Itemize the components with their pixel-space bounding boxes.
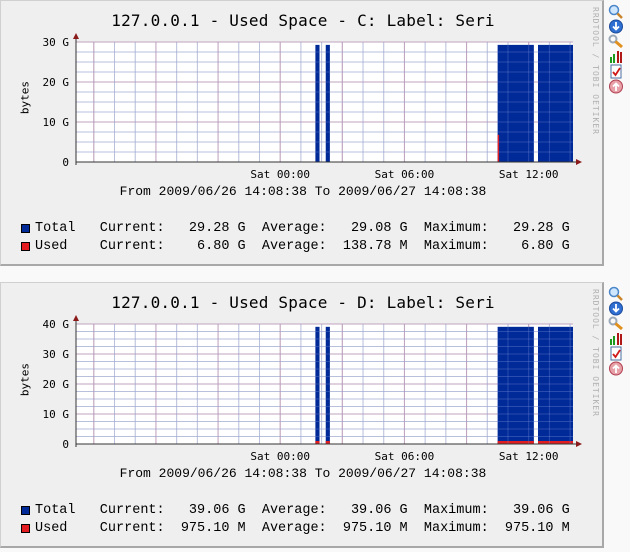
zoom-icon[interactable] (608, 286, 624, 301)
y-tick-label: 20 G (43, 76, 70, 89)
x-tick-label: Sat 06:00 (375, 168, 435, 181)
y-tick-label: 10 G (43, 116, 70, 129)
x-tick-label: Sat 00:00 (250, 168, 310, 181)
y-axis-arrow (73, 33, 79, 39)
report-icon[interactable] (608, 346, 624, 361)
y-tick-label: 40 G (43, 318, 70, 331)
y-tick-label: 10 G (43, 408, 70, 421)
total-area (538, 326, 573, 444)
total-swatch (21, 505, 30, 515)
time-range: From 2009/06/26 14:08:38 To 2009/06/27 1… (119, 466, 487, 481)
x-tick-label: Sat 12:00 (499, 450, 559, 463)
chart-icon[interactable] (608, 331, 624, 346)
report-icon[interactable] (608, 64, 624, 79)
time-range: From 2009/06/26 14:08:38 To 2009/06/27 1… (119, 184, 487, 199)
legend-row-used: Used Current: 975.10 M Average: 975.10 M… (21, 519, 570, 537)
legend: Total Current: 29.28 G Average: 29.08 G … (21, 219, 570, 255)
legend-used-text: Used Current: 975.10 M Average: 975.10 M… (35, 520, 570, 536)
y-tick-label: 0 (62, 156, 69, 169)
chart-icon[interactable] (608, 49, 624, 64)
plot-area: 0 10 G 20 G 30 G Sat 00:00 Sat 06:00 Sat 12:00… (43, 33, 582, 181)
x-tick-label: Sat 00:00 (250, 450, 310, 463)
download-icon[interactable] (608, 301, 624, 316)
up-icon[interactable] (608, 361, 624, 376)
graph-drive-d: 127.0.0.1 - Used Space - D: Label: Seri … (0, 282, 604, 548)
total-swatch (21, 223, 30, 233)
download-icon[interactable] (608, 19, 624, 34)
y-tick-label: 30 G (43, 36, 70, 49)
legend-row-used: Used Current: 6.80 G Average: 138.78 M M… (21, 237, 570, 255)
x-axis-arrow (576, 159, 582, 165)
y-tick-label: 30 G (43, 348, 70, 361)
used-swatch (21, 241, 30, 251)
legend-row-total: Total Current: 29.28 G Average: 29.08 G … (21, 219, 570, 237)
up-icon[interactable] (608, 79, 624, 94)
graph-actions-c (608, 4, 628, 94)
legend-row-total: Total Current: 39.06 G Average: 39.06 G … (21, 501, 570, 519)
plot-area: 0 10 G 20 G 30 G 40 G Sat 00:00 Sat 06:00 Sat 1… (43, 315, 582, 463)
legend-total-text: Total Current: 29.28 G Average: 29.08 G … (35, 220, 570, 236)
graph-actions-d (608, 286, 628, 376)
settings-icon[interactable] (608, 34, 624, 49)
x-tick-label: Sat 12:00 (499, 168, 559, 181)
y-axis-arrow (73, 315, 79, 321)
y-tick-label: 20 G (43, 378, 70, 391)
y-tick-label: 0 (62, 438, 69, 451)
legend-used-text: Used Current: 6.80 G Average: 138.78 M M… (35, 238, 570, 254)
total-area (315, 326, 320, 444)
zoom-icon[interactable] (608, 4, 624, 19)
graph-drive-c: 127.0.0.1 - Used Space - C: Label: Seri … (0, 0, 604, 266)
x-tick-label: Sat 06:00 (375, 450, 435, 463)
used-swatch (21, 523, 30, 533)
used-area (497, 134, 500, 162)
settings-icon[interactable] (608, 316, 624, 331)
total-area (325, 326, 330, 444)
legend-total-text: Total Current: 39.06 G Average: 39.06 G … (35, 502, 570, 518)
legend: Total Current: 39.06 G Average: 39.06 G … (21, 501, 570, 537)
x-axis-arrow (576, 441, 582, 447)
